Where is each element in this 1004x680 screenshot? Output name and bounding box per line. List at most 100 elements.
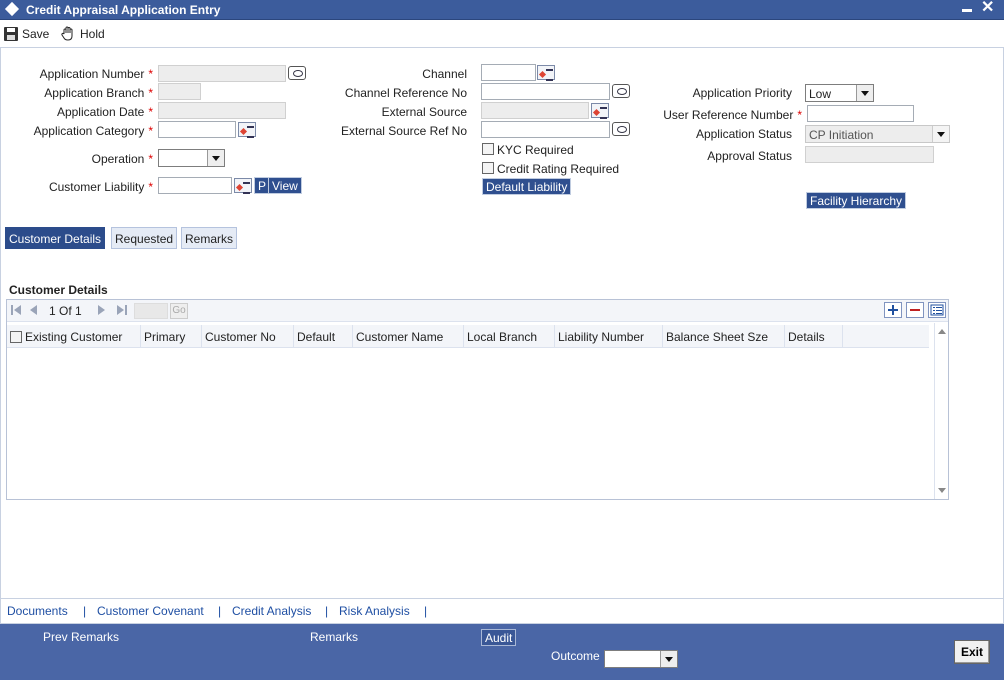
documents-link[interactable]: Documents	[7, 604, 68, 618]
link-separator: |	[424, 604, 428, 618]
lov-icon[interactable]	[234, 178, 252, 194]
outcome-label: Outcome	[551, 649, 600, 663]
channel-reference-field[interactable]	[481, 83, 610, 100]
window-title: Credit Appraisal Application Entry	[26, 3, 221, 17]
lov-icon[interactable]	[591, 103, 609, 119]
link-separator: |	[325, 604, 329, 618]
application-date-label: Application Date *	[56, 105, 153, 119]
scroll-up-icon[interactable]	[938, 329, 946, 334]
column-header: Existing Customer	[7, 325, 141, 348]
last-page-icon[interactable]	[117, 305, 127, 315]
customer-covenant-link[interactable]: Customer Covenant	[97, 604, 204, 618]
application-status-label: Application Status	[695, 127, 792, 141]
column-header: Customer Name	[353, 325, 464, 348]
application-status-select[interactable]: CP Initiation	[805, 125, 950, 143]
audit-button[interactable]: Audit	[481, 629, 517, 646]
facility-hierarchy-button[interactable]: Facility Hierarchy	[806, 192, 907, 209]
customer-liability-label: Customer Liability *	[48, 180, 153, 194]
application-priority-select[interactable]: Low	[805, 84, 874, 102]
comment-bubble-icon[interactable]	[612, 84, 630, 98]
bottom-links-bar: Documents | Customer Covenant | Credit A…	[0, 598, 1004, 624]
first-page-icon[interactable]	[11, 305, 21, 315]
delete-row-icon[interactable]	[906, 302, 924, 318]
operation-select[interactable]	[158, 149, 225, 167]
toolbar: Save Hold	[0, 20, 1004, 48]
tab-remarks[interactable]: Remarks	[181, 227, 238, 249]
credit-analysis-link[interactable]: Credit Analysis	[232, 604, 311, 618]
hold-button[interactable]: Hold	[60, 25, 105, 43]
operation-label: Operation *	[91, 152, 153, 166]
select-all-checkbox[interactable]	[10, 331, 22, 343]
application-category-field[interactable]	[158, 121, 236, 138]
minimize-icon[interactable]	[962, 9, 972, 12]
lov-icon[interactable]	[537, 65, 555, 81]
application-priority-label: Application Priority	[692, 86, 792, 100]
single-view-icon[interactable]	[928, 302, 946, 318]
outcome-select[interactable]	[604, 650, 678, 668]
scroll-down-icon[interactable]	[938, 488, 946, 493]
application-branch-field[interactable]	[158, 83, 201, 100]
page-indicator: 1 Of 1	[49, 304, 82, 318]
prev-remarks-label: Prev Remarks	[43, 630, 120, 644]
go-button[interactable]: Go	[170, 303, 188, 319]
external-source-field[interactable]	[481, 102, 589, 119]
chevron-down-icon	[207, 150, 224, 166]
credit-rating-required-label: Credit Rating Required	[497, 162, 620, 176]
kyc-required-checkbox[interactable]	[482, 143, 494, 155]
next-page-icon[interactable]	[97, 305, 107, 315]
column-header: Balance Sheet Sze	[663, 325, 785, 348]
approval-status-label: Approval Status	[707, 149, 792, 163]
link-separator: |	[83, 604, 87, 618]
user-reference-label: User Reference Number *	[663, 108, 802, 122]
exit-button[interactable]: Exit	[954, 640, 990, 664]
lov-icon[interactable]	[238, 122, 256, 138]
channel-field[interactable]	[481, 64, 536, 81]
credit-rating-required-checkbox[interactable]	[482, 162, 494, 174]
comment-bubble-icon[interactable]	[288, 66, 306, 80]
application-number-label: Application Number *	[39, 67, 153, 81]
column-header: Primary	[141, 325, 202, 348]
save-icon	[4, 27, 18, 41]
default-liability-button[interactable]: Default Liability	[482, 178, 572, 195]
add-row-icon[interactable]	[884, 302, 902, 318]
chevron-down-icon	[856, 85, 873, 101]
prev-page-icon[interactable]	[29, 305, 39, 315]
section-title-customer-details: Customer Details	[9, 283, 108, 297]
application-branch-label: Application Branch *	[44, 86, 153, 100]
window-diamond-icon	[4, 1, 20, 17]
remarks-label: Remarks	[310, 630, 359, 644]
external-source-ref-label: External Source Ref No	[340, 124, 467, 138]
application-status-value: CP Initiation	[809, 128, 874, 142]
footer: Prev Remarks Remarks Audit Outcome Exit	[0, 624, 1004, 680]
save-button[interactable]: Save	[4, 25, 49, 43]
view-button[interactable]: View	[268, 177, 302, 194]
link-separator: |	[218, 604, 222, 618]
column-header: Default	[294, 325, 353, 348]
page-number-input[interactable]	[134, 303, 168, 319]
comment-bubble-icon[interactable]	[612, 122, 630, 136]
risk-analysis-link[interactable]: Risk Analysis	[339, 604, 410, 618]
application-category-label: Application Category *	[33, 124, 153, 138]
grid-header-row: Existing Customer Primary Customer No De…	[7, 325, 929, 348]
approval-status-field[interactable]	[805, 146, 934, 163]
title-bar: Credit Appraisal Application Entry ✕	[0, 0, 1004, 20]
column-header: Customer No	[202, 325, 294, 348]
tab-customer-details[interactable]: Customer Details	[5, 227, 106, 249]
channel-label: Channel	[422, 67, 467, 81]
kyc-required-label: KYC Required	[497, 143, 574, 157]
tab-requested[interactable]: Requested	[111, 227, 178, 249]
hold-label: Hold	[80, 27, 105, 41]
application-number-field[interactable]	[158, 65, 286, 82]
channel-reference-label: Channel Reference No	[344, 86, 467, 100]
column-header: Liability Number	[555, 325, 663, 348]
external-source-ref-field[interactable]	[481, 121, 610, 138]
application-priority-value: Low	[809, 87, 832, 101]
external-source-label: External Source	[381, 105, 467, 119]
chevron-down-icon	[932, 126, 949, 142]
close-icon[interactable]: ✕	[981, 0, 994, 16]
user-reference-field[interactable]	[807, 105, 914, 122]
chevron-down-icon	[660, 651, 677, 667]
customer-liability-field[interactable]	[158, 177, 232, 194]
application-date-field[interactable]	[158, 102, 286, 119]
grid-vertical-scrollbar[interactable]	[934, 323, 948, 499]
